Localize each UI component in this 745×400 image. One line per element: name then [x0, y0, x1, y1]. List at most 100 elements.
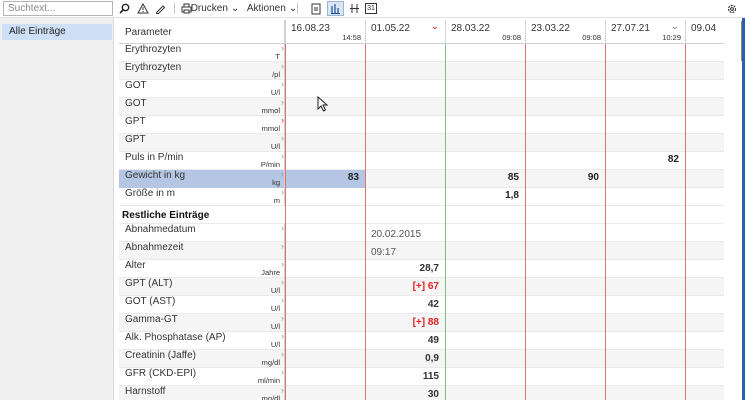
value-cell[interactable]: 85 [445, 170, 525, 188]
chart-icon[interactable] [327, 1, 344, 16]
parameter-cell[interactable]: GFR (CKD-EPI) ml/min › [119, 367, 285, 386]
table-row[interactable]: Erythrozyten/pl › [119, 61, 724, 80]
value-cell[interactable]: 90 [525, 170, 605, 188]
table-row[interactable]: Creatinin (Jaffe) mg/dl › 0,9 [119, 349, 724, 368]
table-row[interactable]: GFR (CKD-EPI) ml/min › 115 [119, 367, 724, 386]
column-header[interactable]: 28.03.22 09:08 [445, 20, 525, 44]
chevron-right-icon[interactable]: › [281, 295, 284, 305]
value-cell[interactable]: 0,9 [365, 350, 445, 368]
parameter-cell[interactable]: Puls in P/min P/min › [119, 151, 285, 170]
table-row[interactable]: Abnahmedatum › 20.02.2015 [119, 223, 724, 242]
value-cell[interactable]: [+] 67 [365, 278, 445, 296]
table-row[interactable]: GOT (AST) U/l › 42 [119, 295, 724, 314]
parameter-name: GPT [125, 116, 146, 127]
chevron-right-icon[interactable]: › [281, 349, 284, 359]
chevron-right-icon[interactable]: › [281, 61, 284, 71]
parameter-cell[interactable]: Abnahmedatum › [119, 223, 285, 242]
chevron-right-icon[interactable]: › [281, 241, 284, 251]
document-icon[interactable] [309, 1, 323, 16]
column-header[interactable]: 27.07.21 10:29 ⌄ [605, 20, 685, 44]
chevron-right-icon[interactable]: › [281, 169, 284, 179]
value-cell[interactable]: 82 [605, 152, 685, 170]
parameter-cell[interactable]: Harnstoff mg/dl › [119, 385, 285, 400]
value-cell[interactable]: 1,8 [445, 188, 525, 206]
chevron-right-icon[interactable]: › [281, 115, 284, 125]
chevron-right-icon[interactable]: › [281, 313, 284, 323]
actions-menu-button[interactable]: Aktionen ⌄ [247, 1, 297, 16]
parameter-header[interactable]: Parameter [119, 20, 285, 44]
table-row[interactable]: Gewicht in kg kg › 83 85 90 [119, 169, 724, 188]
column-date: 28.03.22 [451, 23, 490, 34]
value-cell[interactable]: 28,7 [365, 260, 445, 278]
parameter-cell[interactable]: Gamma-GT U/l › [119, 313, 285, 332]
column-header[interactable]: 23.03.22 09:08 [525, 20, 605, 44]
parameter-cell[interactable]: Gewicht in kg kg › [119, 169, 285, 188]
table-row[interactable]: GPT U/l › [119, 133, 724, 152]
column-header[interactable]: 16.08.23 14:58 [285, 20, 365, 44]
chevron-right-icon[interactable]: › [281, 277, 284, 287]
value-cell[interactable]: 115 [365, 368, 445, 386]
table-row[interactable]: GPT mmol › [119, 115, 724, 134]
sidebar-item-alle-eintraege[interactable]: Alle Einträge [2, 24, 112, 40]
parameter-unit: U/l [270, 322, 280, 331]
chevron-right-icon[interactable]: › [281, 259, 284, 269]
value-cell[interactable]: 09:17 [365, 242, 445, 260]
table-row[interactable]: Alter Jahre › 28,7 [119, 259, 724, 278]
chevron-right-icon[interactable]: › [281, 385, 284, 395]
table-row[interactable]: Puls in P/min P/min › 82 [119, 151, 724, 170]
table-row[interactable]: Gamma-GT U/l › [+] 88 [119, 313, 724, 332]
chevron-down-icon[interactable]: ⌄ [431, 21, 439, 33]
parameter-name: Puls in P/min [125, 152, 184, 163]
value-cell[interactable]: 83 [285, 170, 365, 188]
chevron-right-icon[interactable]: › [281, 79, 284, 89]
column-header[interactable]: 01.05.22 ⌄ [365, 20, 445, 44]
parameter-cell[interactable]: GPT mmol › [119, 115, 285, 134]
chevron-right-icon[interactable]: › [281, 331, 284, 341]
table-row[interactable]: Erythrozyten T › [119, 43, 724, 62]
chevron-right-icon[interactable]: › [281, 223, 284, 233]
value-cell[interactable]: 49 [365, 332, 445, 350]
warning-icon[interactable] [136, 1, 150, 16]
value-cell[interactable]: 30 [365, 386, 445, 400]
table-row[interactable]: Harnstoff mg/dl › 30 [119, 385, 724, 400]
parameter-cell[interactable]: Abnahmezeit › [119, 241, 285, 260]
calendar-icon[interactable]: 31 [364, 1, 378, 16]
chevron-right-icon[interactable]: › [281, 43, 284, 53]
print-menu-button[interactable]: Drucken ⌄ [191, 1, 240, 16]
value-cell[interactable]: [+] 88 [365, 314, 445, 332]
chevron-right-icon[interactable]: › [281, 187, 284, 197]
parameter-cell[interactable]: Creatinin (Jaffe) mg/dl › [119, 349, 285, 368]
chevron-right-icon[interactable]: › [281, 133, 284, 143]
column-time: 09:08 [502, 33, 521, 42]
chevron-down-icon[interactable]: ⌄ [671, 21, 679, 33]
parameter-cell[interactable]: Größe in m m › [119, 187, 285, 206]
chevron-right-icon[interactable]: › [281, 97, 284, 107]
chevron-right-icon[interactable]: › [281, 151, 284, 161]
parameter-cell[interactable]: Alk. Phosphatase (AP) U/l › [119, 331, 285, 350]
table-row[interactable]: Abnahmezeit › 09:17 [119, 241, 724, 260]
column-header[interactable]: 09.04 [685, 20, 724, 44]
parameter-cell[interactable]: GPT U/l › [119, 133, 285, 152]
search-input[interactable] [3, 1, 113, 16]
table-row[interactable]: Größe in m m › 1,8 [119, 187, 724, 206]
table-row[interactable]: GOT U/l › [119, 79, 724, 98]
toolbar-divider [297, 3, 298, 14]
columns-icon[interactable] [347, 1, 361, 16]
chevron-right-icon[interactable]: › [281, 367, 284, 377]
table-row[interactable]: Alk. Phosphatase (AP) U/l › 49 [119, 331, 724, 350]
value-cell[interactable]: 20.02.2015 [365, 224, 445, 242]
mouse-cursor-icon [317, 96, 329, 112]
parameter-cell[interactable]: Erythrozyten T › [119, 43, 285, 62]
parameter-cell[interactable]: Erythrozyten/pl › [119, 61, 285, 80]
value-cell[interactable]: 42 [365, 296, 445, 314]
parameter-cell[interactable]: GPT (ALT) U/l › [119, 277, 285, 296]
parameter-cell[interactable]: GOT U/l › [119, 79, 285, 98]
table-row[interactable]: GOT mmol › [119, 97, 724, 116]
parameter-cell[interactable]: GOT mmol › [119, 97, 285, 116]
parameter-cell[interactable]: GOT (AST) U/l › [119, 295, 285, 314]
table-row[interactable]: GPT (ALT) U/l › [+] 67 [119, 277, 724, 296]
search-icon[interactable] [117, 1, 131, 16]
settings-icon[interactable] [724, 1, 740, 16]
parameter-cell[interactable]: Alter Jahre › [119, 259, 285, 278]
pen-icon[interactable] [153, 1, 167, 16]
